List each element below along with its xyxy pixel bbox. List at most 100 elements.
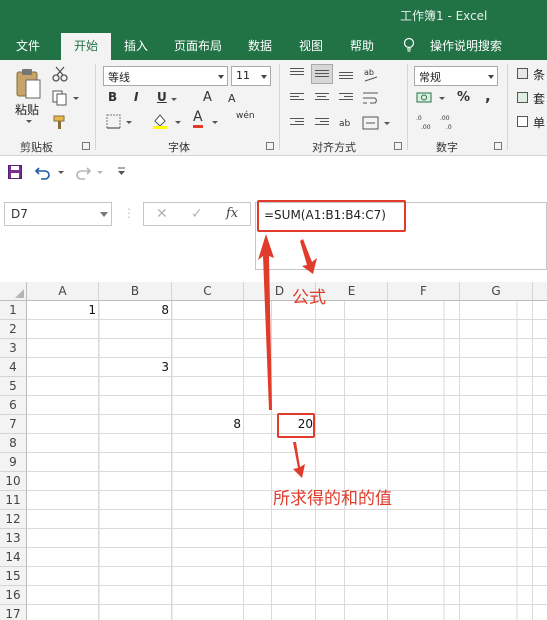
font-launcher-icon[interactable] <box>266 142 274 150</box>
row-header-9[interactable]: 9 <box>0 453 27 472</box>
copy-dropdown-icon[interactable] <box>73 97 79 100</box>
paste-icon[interactable] <box>14 68 42 100</box>
row-header-15[interactable]: 15 <box>0 567 27 586</box>
increase-indent-icon[interactable] <box>315 118 329 130</box>
undo-icon[interactable] <box>35 164 51 180</box>
cell-b1[interactable]: 8 <box>99 301 172 320</box>
column-header-g[interactable]: G <box>460 282 533 301</box>
row-header-6[interactable]: 6 <box>0 396 27 415</box>
undo-dropdown-icon[interactable] <box>58 171 64 174</box>
decrease-decimal-icon[interactable]: .00.0 <box>440 113 460 131</box>
fill-color-dropdown-icon[interactable] <box>175 121 181 124</box>
row-header-5[interactable]: 5 <box>0 377 27 396</box>
font-name-select[interactable]: 等线 <box>103 66 228 86</box>
underline-button[interactable]: U <box>157 90 167 104</box>
comma-style-button[interactable]: , <box>485 87 491 105</box>
wrap-text-icon[interactable] <box>362 90 380 106</box>
chevron-down-icon[interactable] <box>100 212 108 217</box>
tab-page-layout[interactable]: 页面布局 <box>174 37 222 54</box>
grow-font-button[interactable]: A <box>203 90 212 105</box>
underline-dropdown-icon[interactable] <box>171 98 177 101</box>
select-all-button[interactable] <box>0 282 27 301</box>
merge-center-icon[interactable] <box>362 115 380 131</box>
merge-dropdown-icon[interactable] <box>384 122 390 125</box>
cell-styles-icon[interactable] <box>517 116 528 127</box>
tab-help[interactable]: 帮助 <box>350 37 374 54</box>
orientation-icon[interactable]: ab <box>362 65 380 83</box>
paste-button[interactable]: 粘贴 <box>15 101 39 118</box>
paste-dropdown-icon[interactable] <box>26 120 32 123</box>
font-color-dropdown-icon[interactable] <box>212 121 218 124</box>
bold-button[interactable]: B <box>108 90 117 104</box>
formula-bar-grip-icon[interactable]: ⋮ <box>123 206 136 220</box>
format-painter-icon[interactable] <box>52 114 68 130</box>
tab-data[interactable]: 数据 <box>248 37 272 54</box>
tab-file[interactable]: 文件 <box>16 37 40 54</box>
increase-decimal-icon[interactable]: .0.00 <box>416 113 436 131</box>
row-header-1[interactable]: 1 <box>0 301 27 320</box>
tab-home[interactable]: 开始 <box>61 33 112 60</box>
row-header-12[interactable]: 12 <box>0 510 27 529</box>
column-header-e[interactable]: E <box>316 282 388 301</box>
column-header-a[interactable]: A <box>27 282 99 301</box>
decrease-indent-icon[interactable] <box>290 118 304 130</box>
italic-button[interactable]: I <box>134 90 138 104</box>
accounting-dropdown-icon[interactable] <box>439 97 445 100</box>
shrink-font-button[interactable]: A <box>228 92 236 105</box>
phonetic-guide-button[interactable]: wén <box>236 111 255 121</box>
align-left-icon[interactable] <box>290 93 304 105</box>
font-size-select[interactable]: 11 <box>231 66 271 86</box>
redo-icon[interactable] <box>75 164 91 180</box>
row-header-2[interactable]: 2 <box>0 320 27 339</box>
tab-insert[interactable]: 插入 <box>124 37 148 54</box>
clipboard-launcher-icon[interactable] <box>82 142 90 150</box>
tab-view[interactable]: 视图 <box>299 37 323 54</box>
row-header-3[interactable]: 3 <box>0 339 27 358</box>
tell-me-search[interactable]: 操作说明搜索 <box>430 37 502 54</box>
align-right-icon[interactable] <box>339 93 353 105</box>
font-color-button[interactable]: A <box>193 110 203 128</box>
row-header-7[interactable]: 7 <box>0 415 27 434</box>
cell-a1[interactable]: 1 <box>27 301 99 320</box>
enter-button[interactable]: ✓ <box>191 206 203 222</box>
top-align-icon[interactable] <box>290 68 304 80</box>
cell-b4[interactable]: 3 <box>99 358 172 377</box>
row-header-4[interactable]: 4 <box>0 358 27 377</box>
column-header-h[interactable] <box>533 282 547 301</box>
cell-c7[interactable]: 8 <box>172 415 244 434</box>
insert-function-button[interactable]: fx <box>226 206 238 221</box>
cut-icon[interactable] <box>52 66 68 82</box>
conditional-formatting-button[interactable]: 条 <box>533 66 545 83</box>
column-header-c[interactable]: C <box>172 282 244 301</box>
redo-dropdown-icon[interactable] <box>97 171 103 174</box>
format-as-table-icon[interactable] <box>517 92 528 103</box>
column-header-b[interactable]: B <box>99 282 172 301</box>
bottom-align-icon[interactable] <box>339 72 353 84</box>
row-header-17[interactable]: 17 <box>0 605 27 620</box>
conditional-formatting-icon[interactable] <box>517 68 528 79</box>
percent-style-button[interactable]: % <box>457 90 470 105</box>
row-header-8[interactable]: 8 <box>0 434 27 453</box>
save-icon[interactable] <box>8 165 22 179</box>
text-direction-icon[interactable]: ab <box>339 115 357 131</box>
cell-styles-button[interactable]: 单 <box>533 114 545 131</box>
alignment-launcher-icon[interactable] <box>394 142 402 150</box>
number-format-select[interactable]: 常规 <box>414 66 498 86</box>
row-header-14[interactable]: 14 <box>0 548 27 567</box>
format-as-table-button[interactable]: 套 <box>533 90 545 107</box>
worksheet-grid[interactable]: A B C D E F G 1 2 3 4 5 6 7 8 9 10 11 12… <box>0 282 547 620</box>
number-launcher-icon[interactable] <box>494 142 502 150</box>
borders-icon[interactable] <box>106 114 122 130</box>
align-center-icon[interactable] <box>315 93 329 105</box>
fill-color-icon[interactable] <box>151 112 169 130</box>
row-header-16[interactable]: 16 <box>0 586 27 605</box>
customize-toolbar-icon[interactable] <box>117 167 126 176</box>
column-header-f[interactable]: F <box>388 282 460 301</box>
row-header-13[interactable]: 13 <box>0 529 27 548</box>
name-box[interactable]: D7 <box>4 202 112 226</box>
borders-dropdown-icon[interactable] <box>126 121 132 124</box>
cancel-button[interactable]: ✕ <box>156 206 168 222</box>
row-header-10[interactable]: 10 <box>0 472 27 491</box>
row-header-11[interactable]: 11 <box>0 491 27 510</box>
accounting-format-icon[interactable] <box>416 90 436 106</box>
